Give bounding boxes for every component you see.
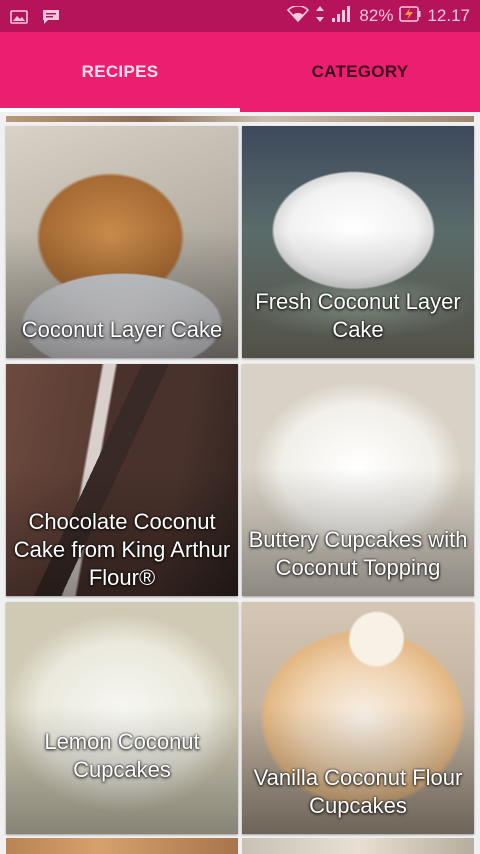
previous-row-sliver xyxy=(6,116,474,122)
recipe-title: Coconut Layer Cake xyxy=(21,317,223,342)
recipe-card[interactable]: Fresh Coconut Layer Cake xyxy=(242,126,474,358)
recipe-title: Lemon Coconut Cupcakes xyxy=(44,729,200,782)
status-right: 82% 12.17 xyxy=(287,4,470,28)
recipe-title: Vanilla Coconut Flour Cupcakes xyxy=(253,765,463,818)
recipe-card[interactable]: Buttery Cupcakes with Coconut Topping xyxy=(242,364,474,596)
recipe-card[interactable]: Coconut Layer Cake xyxy=(6,126,238,358)
status-bar: 82% 12.17 xyxy=(0,0,480,32)
recipe-title: Fresh Coconut Layer Cake xyxy=(255,289,461,342)
battery-percent: 82% xyxy=(359,6,394,25)
recipe-card[interactable]: Chocolate Coconut Cake from King Arthur … xyxy=(6,364,238,596)
signal-icon xyxy=(331,5,353,28)
recipe-title: Chocolate Coconut Cake from King Arthur … xyxy=(13,509,231,590)
clock: 12.17 xyxy=(427,6,470,25)
recipe-card[interactable]: Vanilla Coconut Flour Cupcakes xyxy=(242,602,474,834)
tab-bar: RECIPES CATEGORY xyxy=(0,32,480,112)
next-row-sliver xyxy=(242,838,474,854)
recipe-title: Buttery Cupcakes with Coconut Topping xyxy=(248,527,468,580)
wifi-icon xyxy=(287,4,310,27)
tab-category-label: CATEGORY xyxy=(311,62,409,81)
message-icon xyxy=(42,9,60,24)
data-arrows-icon xyxy=(315,5,325,28)
tab-recipes-label: RECIPES xyxy=(81,62,159,81)
recipe-card[interactable]: Lemon Coconut Cupcakes xyxy=(6,602,238,834)
image-icon xyxy=(10,9,28,24)
tab-category[interactable]: CATEGORY xyxy=(240,32,480,112)
battery-charging-icon xyxy=(399,5,421,28)
status-left xyxy=(10,9,60,24)
recipe-grid[interactable]: Coconut Layer Cake Fresh Coconut Layer C… xyxy=(0,112,480,854)
tab-recipes[interactable]: RECIPES xyxy=(0,32,240,112)
next-row-sliver xyxy=(6,838,238,854)
